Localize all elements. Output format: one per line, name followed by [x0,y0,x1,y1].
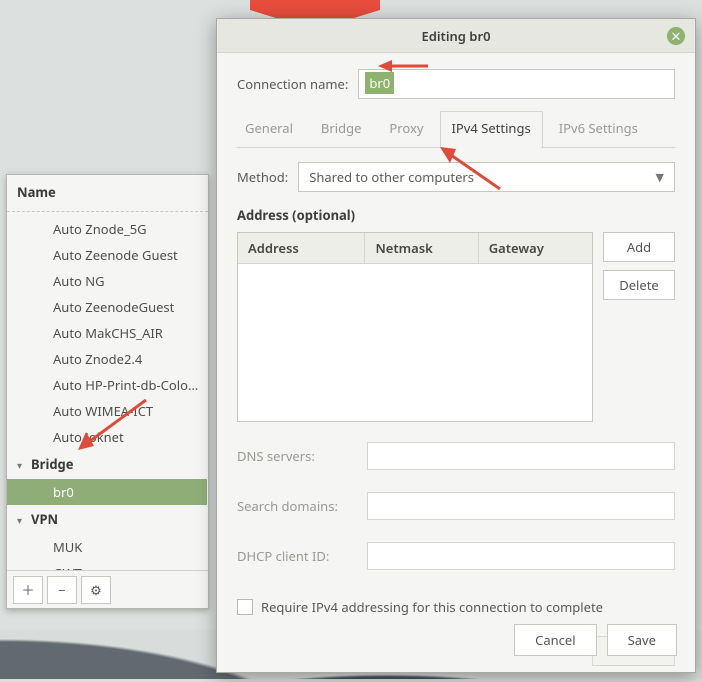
dns-input[interactable] [367,442,675,470]
col-netmask[interactable]: Netmask [365,233,478,263]
connections-tree: Auto Znode_5G Auto Zeenode Guest Auto NG… [7,212,208,586]
connection-name-value: br0 [365,72,394,94]
close-icon: ✕ [671,30,682,43]
col-address[interactable]: Address [238,233,365,263]
dns-label: DNS servers: [237,447,357,465]
tab-general[interactable]: General [239,111,299,147]
minus-icon: − [58,581,65,599]
cancel-button[interactable]: Cancel [514,624,596,656]
list-item[interactable]: Auto Znode2.4 [7,346,207,372]
gear-icon: ⚙ [90,581,102,599]
list-item[interactable]: Auto NG [7,268,207,294]
category-bridge[interactable]: ▾Bridge [7,450,208,479]
search-domains-input[interactable] [367,492,675,520]
add-connection-button[interactable]: ＋ [13,576,43,604]
connection-name-label: Connection name: [237,75,348,93]
settings-connection-button[interactable]: ⚙ [81,576,111,604]
column-header-name[interactable]: Name [7,175,208,212]
category-label: Bridge [31,455,74,473]
method-label: Method: [237,168,288,186]
connection-name-input[interactable]: br0 [358,69,675,99]
list-item[interactable]: Auto ZeenodeGuest [7,294,207,320]
save-button[interactable]: Save [607,624,677,656]
dialog-footer: Cancel Save [217,610,695,672]
search-domains-label: Search domains: [237,497,357,515]
tabs: General Bridge Proxy IPv4 Settings IPv6 … [237,111,675,148]
chevron-down-icon: ▾ [17,508,27,532]
list-item[interactable]: Auto MakCHS_AIR [7,320,207,346]
close-button[interactable]: ✕ [667,27,685,45]
list-item[interactable]: MUK [7,534,207,560]
add-address-button[interactable]: Add [603,232,675,262]
address-table[interactable]: Address Netmask Gateway [237,232,593,422]
tab-ipv6-settings[interactable]: IPv6 Settings [553,111,644,147]
tab-bridge[interactable]: Bridge [315,111,368,147]
tab-ipv4-settings[interactable]: IPv4 Settings [446,111,537,147]
network-connections-window: Name Auto Znode_5G Auto Zeenode Guest Au… [6,174,209,609]
dialog-body: Connection name: br0 General Bridge Prox… [217,53,695,682]
list-item-br0[interactable]: br0 [7,479,207,505]
list-item[interactable]: Auto Zeenode Guest [7,242,207,268]
delete-address-button[interactable]: Delete [603,270,675,300]
list-item[interactable]: Auto HP-Print-db-Color LaserJet [7,372,207,398]
col-gateway[interactable]: Gateway [479,233,592,263]
dialog-titlebar: Editing br0 ✕ [217,19,695,53]
list-item[interactable]: Auto WIMEA-ICT [7,398,207,424]
address-section-label: Address (optional) [237,206,675,224]
chevron-down-icon: ▼ [656,170,664,185]
dhcp-client-id-label: DHCP client ID: [237,547,357,565]
method-value: Shared to other computers [309,168,474,186]
dialog-title: Editing br0 [421,27,490,45]
chevron-down-icon: ▾ [17,453,27,477]
tab-proxy[interactable]: Proxy [383,111,429,147]
category-label: VPN [31,510,58,528]
edit-connection-dialog: Editing br0 ✕ Connection name: br0 Gener… [216,18,696,673]
plus-icon: ＋ [21,580,34,599]
category-vpn[interactable]: ▾VPN [7,505,208,534]
dhcp-client-id-input[interactable] [367,542,675,570]
method-dropdown[interactable]: Shared to other computers ▼ [298,162,675,192]
list-item[interactable]: Auto Joknet [7,424,207,450]
remove-connection-button[interactable]: − [47,576,77,604]
address-table-header: Address Netmask Gateway [238,233,592,264]
list-item[interactable]: Auto Znode_5G [7,216,207,242]
connections-toolbar: ＋ − ⚙ [7,570,208,608]
